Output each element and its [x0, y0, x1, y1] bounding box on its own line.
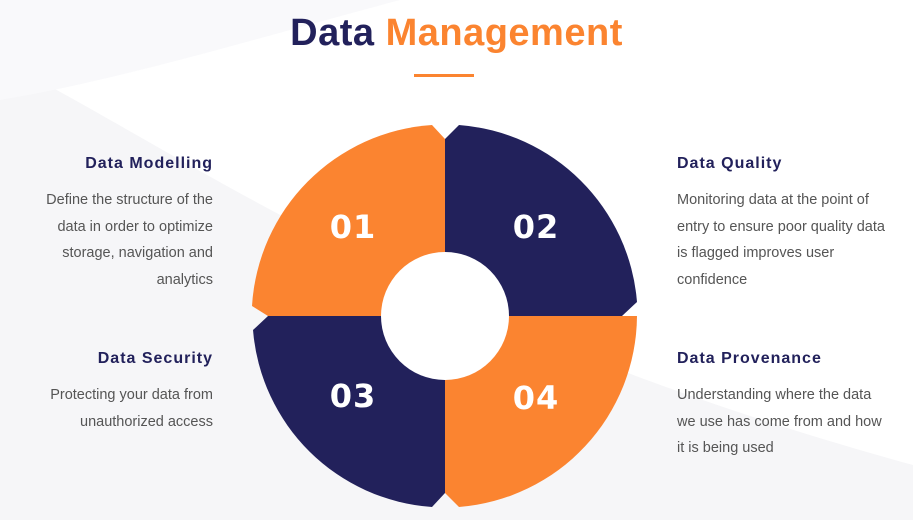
segment-02-heading: Data Quality — [677, 155, 783, 172]
segment-04-number: 04 — [513, 379, 560, 417]
segment-02-text: Data Quality Monitoring data at the poin… — [677, 155, 892, 293]
segment-04-text: Data Provenance Understanding where the … — [677, 350, 892, 462]
segment-03-number: 03 — [330, 377, 377, 415]
segment-03-description: Protecting your data from unauthorized a… — [50, 387, 213, 430]
title-part-1: Data — [290, 12, 375, 54]
segment-03-text: Data Security Protecting your data from … — [23, 350, 213, 435]
segment-02-description: Monitoring data at the point of entry to… — [677, 192, 885, 288]
segment-01-number: 01 — [330, 208, 377, 246]
title-underline — [414, 74, 474, 77]
segment-04-heading: Data Provenance — [677, 350, 822, 367]
segment-04-description: Understanding where the data we use has … — [677, 387, 882, 456]
segment-01-heading: Data Modelling — [85, 155, 213, 172]
segment-01-description: Define the structure of the data in orde… — [46, 192, 213, 288]
wheel-center — [381, 252, 509, 380]
page-title: Data Management — [0, 12, 913, 55]
segment-02-number: 02 — [513, 208, 560, 246]
segment-01-text: Data Modelling Define the structure of t… — [23, 155, 213, 293]
title-part-2: Management — [385, 12, 623, 54]
segment-03-heading: Data Security — [97, 350, 213, 367]
